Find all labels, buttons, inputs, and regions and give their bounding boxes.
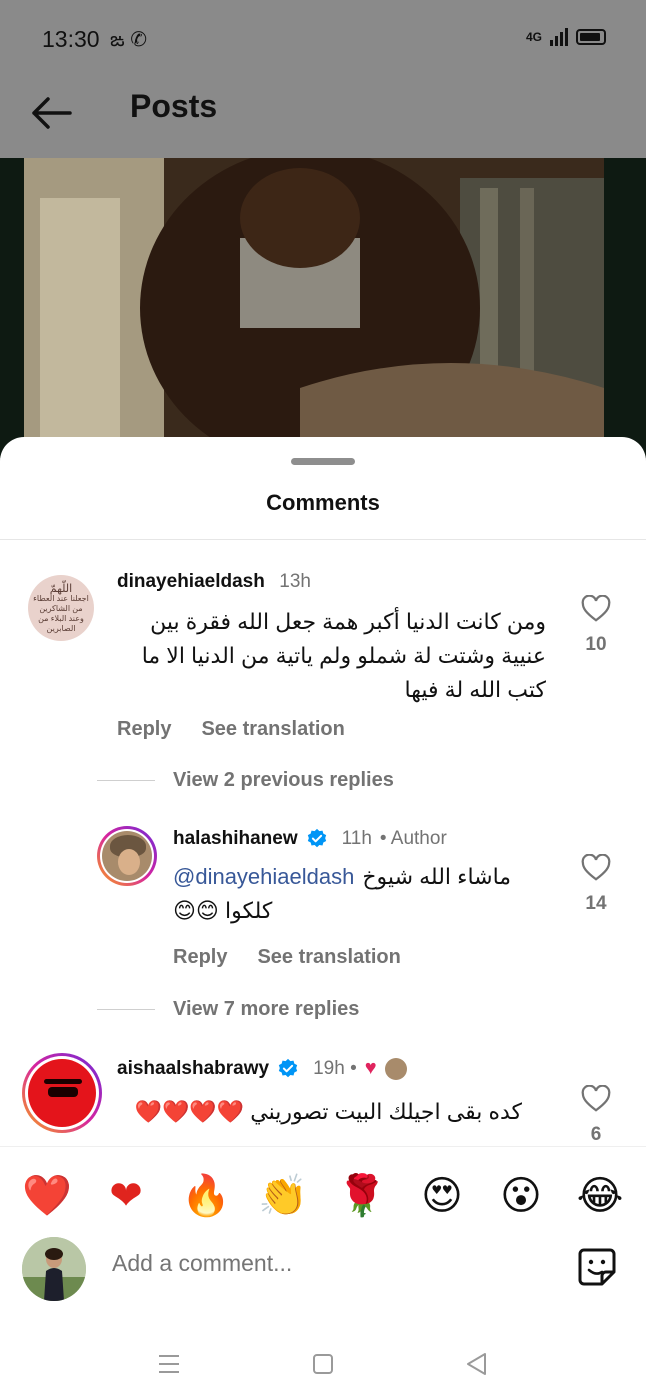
like-control: 10 bbox=[576, 594, 616, 656]
avatar-ring[interactable] bbox=[22, 1053, 102, 1133]
link-icon: ఙ bbox=[110, 29, 125, 51]
like-control: 6 bbox=[576, 1084, 616, 1146]
verified-badge-icon bbox=[278, 1058, 298, 1077]
see-translation-button[interactable]: See translation bbox=[201, 718, 344, 741]
view-more-replies[interactable]: View 7 more replies bbox=[97, 998, 359, 1021]
divider-line bbox=[97, 1009, 155, 1010]
back-arrow-icon[interactable] bbox=[28, 93, 74, 133]
user-avatar[interactable] bbox=[22, 1237, 86, 1301]
like-count: 14 bbox=[585, 893, 607, 914]
home-icon[interactable] bbox=[312, 1353, 334, 1375]
comment-username[interactable]: dinayehiaeldash bbox=[117, 571, 265, 592]
notification-icons: ఙ ✆ bbox=[110, 27, 147, 56]
reaction-heart-icon[interactable]: ❤️ bbox=[22, 1171, 72, 1221]
comment-time: 19h • bbox=[313, 1057, 357, 1079]
comment-text: كلكوا 😊😊 bbox=[173, 898, 273, 923]
view-previous-replies[interactable]: View 2 previous replies bbox=[97, 769, 394, 792]
comment-actions: Reply See translation bbox=[173, 946, 401, 969]
avatar-text: اجعلنا عند العطاء من الشاكرين bbox=[33, 594, 89, 613]
menu-icon[interactable] bbox=[158, 1353, 180, 1375]
like-count: 6 bbox=[590, 1124, 602, 1145]
sheet-title: Comments bbox=[266, 490, 380, 515]
see-translation-button[interactable]: See translation bbox=[257, 946, 400, 969]
status-time: 13:30 bbox=[42, 26, 100, 52]
heart-outline-icon[interactable] bbox=[581, 594, 611, 623]
network-label: 4G bbox=[525, 30, 542, 44]
liked-by-author-heart-icon: ♥ bbox=[364, 1057, 377, 1079]
reply-button[interactable]: Reply bbox=[117, 718, 171, 741]
avatar-ring[interactable] bbox=[97, 826, 157, 886]
verified-badge-icon bbox=[307, 828, 326, 848]
comment-text: ماشاء الله شيوخ bbox=[362, 864, 512, 889]
status-bar: 13:30 ఙ ✆ 4G bbox=[0, 0, 646, 80]
reaction-fire-icon[interactable]: 🔥 bbox=[181, 1171, 231, 1221]
system-nav-bar bbox=[0, 1342, 646, 1400]
avatar[interactable]: اللّهمّ اجعلنا عند العطاء من الشاكرين وع… bbox=[28, 575, 94, 641]
whatsapp-icon: ✆ bbox=[130, 29, 147, 51]
comment-text: عنيية وشتت لة شملو ولم ياتية من الدنيا ا… bbox=[141, 643, 546, 668]
author-avatar-mini bbox=[384, 1057, 407, 1080]
post-photo bbox=[0, 158, 646, 458]
view-more-label[interactable]: View 7 more replies bbox=[173, 998, 359, 1021]
app-header: Posts bbox=[0, 80, 646, 158]
like-count: 10 bbox=[585, 634, 607, 655]
comment-item: اللّهمّ اجعلنا عند العطاء من الشاكرين وع… bbox=[0, 567, 646, 747]
reaction-heart-icon[interactable]: ❤ bbox=[101, 1171, 151, 1221]
comment-text: ومن كانت الدنيا أكبر همة جعل الله فقرة ب… bbox=[150, 609, 546, 634]
comment-composer bbox=[0, 1232, 646, 1312]
avatar bbox=[102, 831, 152, 881]
like-control: 14 bbox=[576, 853, 616, 915]
reply-button[interactable]: Reply bbox=[173, 946, 227, 969]
reply-item: halashihanew 11h • Author @dinayehiaelda… bbox=[0, 824, 646, 984]
view-previous-label[interactable]: View 2 previous replies bbox=[173, 769, 394, 792]
comment-input[interactable] bbox=[112, 1250, 512, 1277]
drag-handle[interactable] bbox=[291, 458, 355, 465]
divider bbox=[0, 539, 646, 540]
comment-text: كتب الله لة فيها bbox=[404, 677, 546, 702]
mention-link[interactable]: @dinayehiaeldash bbox=[173, 860, 354, 894]
reaction-rose-icon[interactable]: 🌹 bbox=[337, 1171, 387, 1221]
emoji-reaction-bar: ❤️ ❤ 🔥 👏 🌹 😍 😮 😂 bbox=[0, 1146, 646, 1246]
battery-icon bbox=[576, 29, 606, 45]
reaction-heart-eyes-icon[interactable]: 😍 bbox=[417, 1171, 467, 1221]
page-title: Posts bbox=[130, 88, 218, 124]
author-badge: • Author bbox=[379, 828, 447, 849]
reaction-clap-icon[interactable]: 👏 bbox=[258, 1171, 308, 1221]
comment-username[interactable]: halashihanew bbox=[173, 828, 298, 850]
reaction-surprised-icon[interactable]: 😮 bbox=[496, 1171, 546, 1221]
avatar-text: اللّهمّ bbox=[49, 583, 73, 595]
comment-item: aishaalshabrawy 19h • ♥ كده بقى اجيلك ال… bbox=[0, 1051, 646, 1146]
comment-actions: Reply See translation bbox=[117, 718, 345, 741]
avatar bbox=[28, 1059, 96, 1127]
post-image bbox=[0, 158, 646, 458]
reaction-laughing-icon[interactable]: 😂 bbox=[575, 1171, 625, 1221]
back-triangle-icon[interactable] bbox=[465, 1352, 487, 1376]
avatar-text: وعند البلاء من الصابرين bbox=[38, 614, 84, 633]
comment-time: 13h bbox=[279, 571, 311, 592]
comments-sheet: Comments اللّهمّ اجعلنا عند العطاء من ال… bbox=[0, 437, 646, 1400]
status-right: 4G bbox=[526, 28, 606, 46]
comment-username[interactable]: aishaalshabrawy bbox=[117, 1058, 269, 1080]
heart-outline-icon[interactable] bbox=[581, 853, 611, 882]
divider-line bbox=[97, 780, 155, 781]
heart-outline-icon[interactable] bbox=[581, 1084, 611, 1113]
sticker-icon[interactable] bbox=[576, 1246, 618, 1288]
signal-icon bbox=[550, 28, 568, 46]
comment-time: 11h bbox=[341, 828, 372, 849]
comment-text: كده بقى اجيلك البيت تصوريني ❤️❤️❤️❤️ bbox=[134, 1099, 522, 1124]
